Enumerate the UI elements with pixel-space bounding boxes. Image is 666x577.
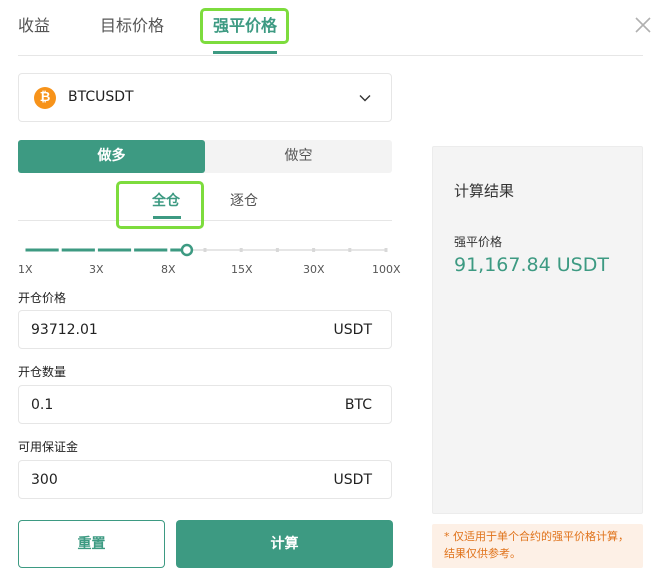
reset-button[interactable]: 重置 [18, 520, 165, 568]
slider-tick [167, 248, 171, 252]
slider-tick [22, 248, 26, 252]
highlight-box-tab [200, 8, 289, 44]
entry-price-input[interactable] [31, 311, 301, 348]
slider-tick [131, 248, 135, 252]
result-panel: 计算结果 强平价格 91,167.84 USDT [432, 146, 643, 514]
long-button[interactable]: 做多 [18, 140, 205, 173]
slider-tick [203, 248, 207, 252]
tab-target-price[interactable]: 目标价格 [100, 12, 164, 36]
leverage-label-1x: 1X [18, 263, 33, 276]
entry-price-unit: USDT [333, 322, 372, 338]
tab-isolated-margin[interactable]: 逐仓 [230, 190, 258, 210]
quantity-input[interactable] [31, 386, 301, 423]
margin-mode-tabs: 全仓 逐仓 [18, 180, 392, 221]
slider-tick [94, 248, 98, 252]
close-icon[interactable] [634, 16, 652, 34]
leverage-labels: 1X 3X 8X 15X 30X 100X [0, 263, 420, 277]
entry-price-field: USDT [18, 310, 392, 349]
short-button[interactable]: 做空 [205, 140, 392, 173]
side-toggle: 做多 做空 [18, 140, 392, 173]
liquidation-price-label: 强平价格 [454, 235, 503, 249]
slider-handle[interactable] [180, 243, 194, 257]
leverage-label-3x: 3X [89, 263, 104, 276]
margin-unit: USDT [333, 472, 372, 488]
leverage-label-100x: 100X [372, 263, 401, 276]
leverage-slider[interactable] [18, 240, 392, 260]
slider-tick [312, 248, 316, 252]
leverage-label-30x: 30X [303, 263, 325, 276]
tabs-divider [18, 55, 643, 56]
liquidation-price-value: 91,167.84 USDT [454, 254, 609, 276]
quantity-unit: BTC [344, 397, 372, 413]
leverage-label-8x: 8X [161, 263, 176, 276]
margin-input[interactable] [31, 461, 301, 498]
margin-label: 可用保证金 [18, 440, 79, 454]
disclaimer-note: * 仅适用于单个合约的强平价格计算，结果仅供参考。 [432, 524, 643, 568]
leverage-label-15x: 15X [231, 263, 253, 276]
slider-tick [348, 248, 352, 252]
bitcoin-icon: ₿ [34, 87, 56, 109]
result-title: 计算结果 [454, 182, 515, 200]
entry-price-label: 开仓价格 [18, 291, 67, 305]
calculate-button[interactable]: 计算 [176, 520, 393, 568]
slider-tick [275, 248, 279, 252]
chevron-down-icon [359, 95, 371, 102]
tab-profit[interactable]: 收益 [18, 12, 50, 36]
calculator-tabs: 收益 目标价格 强平价格 [0, 0, 666, 56]
slider-tick [58, 248, 62, 252]
margin-divider [18, 220, 392, 221]
symbol-select[interactable]: ₿ BTCUSDT [18, 73, 392, 122]
active-tab-underline [213, 51, 277, 54]
margin-field: USDT [18, 460, 392, 499]
quantity-label: 开仓数量 [18, 365, 67, 379]
slider-tick [384, 248, 388, 252]
highlight-box-margin [116, 181, 204, 229]
slider-tick [239, 248, 243, 252]
quantity-field: BTC [18, 385, 392, 424]
symbol-value: BTCUSDT [68, 89, 134, 105]
